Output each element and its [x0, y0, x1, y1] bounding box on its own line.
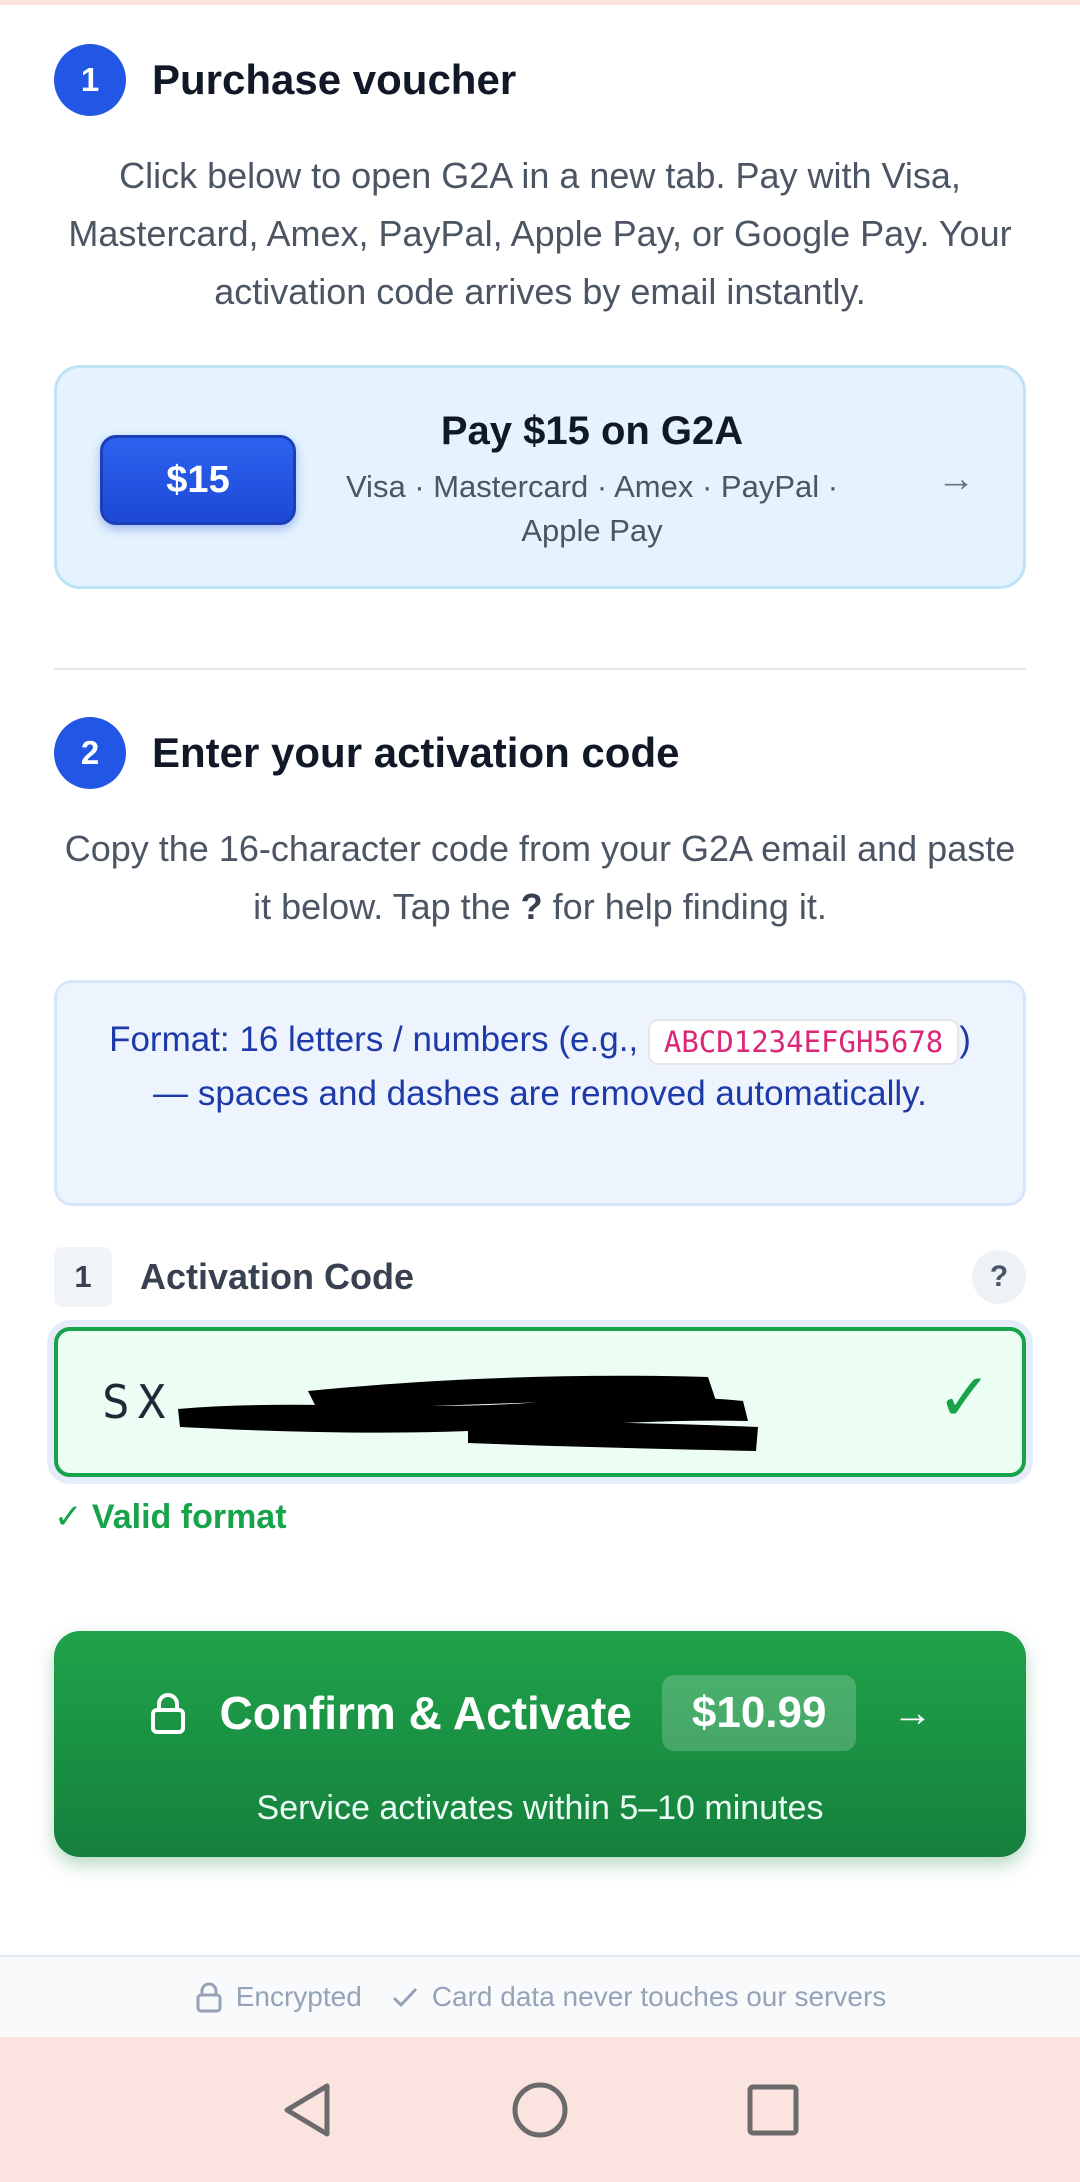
format-info-box: Format: 16 letters / numbers (e.g., ABCD…: [54, 980, 1026, 1206]
activation-code-value: SX: [102, 1375, 174, 1429]
confirm-label: Confirm & Activate: [219, 1687, 632, 1739]
section-divider: [54, 668, 1026, 670]
back-icon: [284, 2083, 330, 2136]
format-text: Format: 16 letters / numbers (e.g.,: [109, 1020, 648, 1059]
step-2-badge: 2: [54, 717, 126, 789]
payment-methods: Visa · Mastercard · Amex · PayPal · Appl…: [345, 469, 839, 548]
description-text-end: for help finding it.: [542, 886, 827, 927]
recents-icon: [747, 2084, 799, 2135]
home-button[interactable]: [505, 2075, 575, 2145]
arrow-right-icon: →: [937, 458, 975, 500]
confirm-subtext: Service activates within 5–10 minutes: [256, 1789, 824, 1827]
lock-icon: [196, 1982, 222, 2013]
field-number: 1: [54, 1247, 112, 1307]
confirm-row: Confirm & Activate $10.99 →: [54, 1675, 1026, 1751]
encrypted-label: Encrypted: [235, 1981, 362, 2012]
step-2-description: Copy the 16-character code from your G2A…: [54, 820, 1026, 936]
recents-button[interactable]: [738, 2075, 808, 2145]
encrypted-item: Encrypted: [194, 1981, 362, 2013]
card-data-item: Card data never touches our servers: [390, 1981, 886, 2013]
pay-on-g2a-card[interactable]: $15 Pay $15 on G2A Visa · Mastercard · A…: [54, 365, 1026, 589]
valid-format-message: ✓ Valid format: [54, 1498, 287, 1536]
redaction-scribble: [178, 1375, 758, 1451]
check-icon: ✓: [936, 1360, 992, 1434]
step-1-title: Purchase voucher: [152, 56, 517, 103]
arrow-right-icon: →: [892, 1690, 933, 1735]
pay-title: Pay $15 on G2A: [440, 409, 744, 453]
card-data-label: Card data never touches our servers: [431, 1981, 887, 2012]
price-button[interactable]: $15: [100, 435, 296, 525]
activation-page: 1 Purchase voucher Click below to open G…: [0, 0, 1080, 2182]
confirm-activate-button[interactable]: Confirm & Activate $10.99 → Service acti…: [54, 1631, 1026, 1857]
activation-code-label-row: 1 Activation Code ?: [54, 1247, 1026, 1307]
pay-text: Pay $15 on G2A Visa · Mastercard · Amex …: [322, 403, 862, 553]
example-code: ABCD1234EFGH5678: [647, 1018, 960, 1065]
home-icon: [512, 2082, 568, 2137]
step-2-header: 2 Enter your activation code: [54, 717, 679, 789]
step-2-title: Enter your activation code: [152, 729, 680, 776]
android-nav-bar: [0, 2037, 1080, 2182]
step-1-header: 1 Purchase voucher: [54, 44, 516, 116]
check-icon: [392, 1987, 417, 2008]
back-button[interactable]: [272, 2075, 342, 2145]
field-label: Activation Code: [140, 1256, 415, 1297]
security-footer: Encrypted Card data never touches our se…: [0, 1955, 1080, 2037]
price-badge: $10.99: [661, 1675, 857, 1751]
step-1-badge: 1: [54, 44, 126, 116]
activation-code-input[interactable]: SX ✓: [54, 1327, 1026, 1477]
help-button[interactable]: ?: [972, 1250, 1026, 1304]
top-accent-line: [0, 0, 1080, 5]
lock-icon: [150, 1693, 185, 1734]
help-hint-symbol: ?: [520, 886, 543, 927]
step-1-description: Click below to open G2A in a new tab. Pa…: [68, 155, 1012, 312]
